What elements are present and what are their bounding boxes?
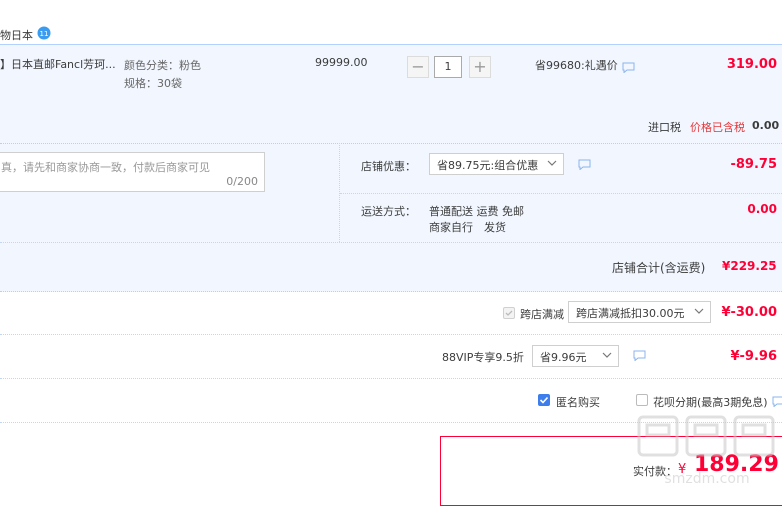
shop-name[interactable]: 物日本 [0,27,33,43]
shop-badge-icon: 11 [37,26,51,40]
chat-bubble-icon[interactable] [633,350,646,362]
shop-discount-value: -89.75 [730,157,777,172]
vip-label: 88VIP专享9.5折 [442,351,524,364]
item-title[interactable]: 】日本直邮Fancl芳珂... [0,56,116,72]
quantity-input[interactable]: 1 [434,56,462,78]
tax-note: 价格已含税 [690,121,745,134]
vip-value: ¥-9.96 [730,349,777,364]
shop-discount-select[interactable]: 省89.75元:组合优惠 [429,153,564,175]
message-placeholder: 真，请先和商家协商一致，付款后商家可见 [1,161,210,174]
divider [0,334,782,335]
anonymous-checkbox[interactable] [538,394,550,406]
cross-store-value: ¥-30.00 [721,305,777,320]
shop-discount-selected: 省89.75元:组合优惠 [437,159,539,172]
svg-text:11: 11 [40,30,49,38]
shipping-value: 0.00 [747,202,777,216]
cross-store-label: 跨店满减 [520,308,564,321]
message-counter: 0/200 [226,175,258,188]
item-promo: 省99680:礼遇价 [535,59,618,72]
payment-value: 189.29 [694,452,779,477]
shop-total-divider [0,291,782,292]
payment-currency: ¥ [678,462,687,477]
unit-price: 99999.00 [315,56,368,69]
shop-total-label: 店铺合计(含运费) [612,261,706,275]
anonymous-label: 匿名购买 [556,396,600,409]
tax-value: 0.00 [752,119,780,132]
increase-quantity-button[interactable]: + [469,56,491,78]
tax-label: 进口税 [648,121,681,134]
huabei-checkbox[interactable] [636,394,648,406]
chat-bubble-icon[interactable] [578,159,591,171]
cross-store-selected: 跨店满减抵扣30.00元 [576,307,685,320]
decrease-quantity-button[interactable]: − [407,56,429,78]
options-bottom-divider [0,242,782,243]
chat-bubble-icon[interactable] [772,396,782,408]
shop-total-value: ¥229.25 [722,259,777,273]
chevron-down-icon [694,306,704,316]
plus-icon: + [473,57,487,76]
chat-bubble-icon[interactable] [622,62,635,74]
item-subtotal: 319.00 [726,57,777,72]
divider [0,422,782,423]
divider [0,378,782,379]
cross-store-select[interactable]: 跨店满减抵扣30.00元 [568,301,711,323]
options-section-divider [340,193,782,194]
cross-store-checkbox[interactable] [503,307,515,319]
sku-spec: 规格：30袋 [124,77,182,90]
vip-select[interactable]: 省9.96元 [532,345,619,367]
shipping-label: 运送方式： [361,205,416,218]
message-textarea[interactable]: 真，请先和商家协商一致，付款后商家可见 0/200 [0,152,265,192]
shipping-line1: 普通配送 运费 免邮 [429,205,524,218]
sku-color: 颜色分类：粉色 [124,59,201,72]
vip-selected: 省9.96元 [540,351,587,364]
payment-label: 实付款： [633,465,677,478]
shop-discount-label: 店铺优惠： [361,160,416,173]
chevron-down-icon [547,158,557,168]
shipping-line2: 商家自行 发货 [429,221,506,234]
chevron-down-icon [602,350,612,360]
huabei-label: 花呗分期(最高3期免息) [653,396,768,409]
minus-icon: − [411,57,425,76]
